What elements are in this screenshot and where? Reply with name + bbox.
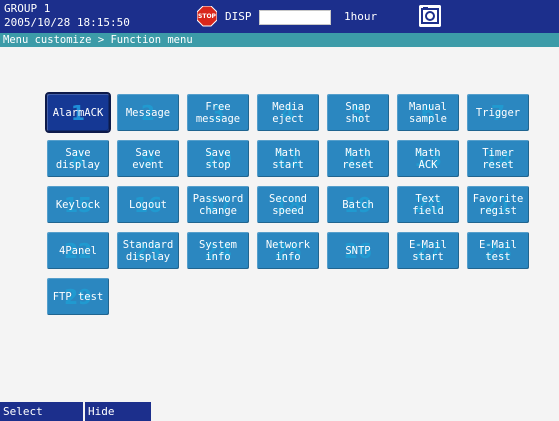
menu-button-22[interactable]: 22 4Panel — [47, 232, 109, 269]
menu-button-label: 4Panel — [59, 244, 97, 257]
menu-button-label-line2: sample — [409, 112, 447, 125]
menu-button-label: Message — [125, 106, 171, 119]
menu-button-label: Media — [272, 100, 304, 113]
display-mode-label: DISP — [225, 10, 252, 23]
camera-icon[interactable] — [419, 5, 441, 27]
menu-button-label: E-Mail — [409, 238, 447, 251]
menu-button-label-line2: display — [125, 250, 171, 263]
menu-button-label-line2: ACK — [418, 158, 438, 171]
stop-icon: STOP — [197, 6, 217, 27]
menu-button-label: Batch — [342, 198, 374, 211]
menu-button-label-line2: start — [272, 158, 304, 171]
menu-button-label: Save — [135, 146, 161, 159]
menu-button-label-line2: display — [55, 158, 101, 171]
menu-button-label: Standard — [122, 238, 174, 251]
trend-bar — [259, 10, 331, 25]
menu-button-label-line2: event — [132, 158, 164, 171]
menu-button-25[interactable]: 25 Network info — [257, 232, 319, 269]
menu-button-label: E-Mail — [479, 238, 517, 251]
menu-button-21[interactable]: 21 Favorite regist — [467, 186, 529, 223]
menu-button-label: Math — [345, 146, 371, 159]
menu-button-10[interactable]: 10 Save stop — [187, 140, 249, 177]
menu-button-label: Keylock — [55, 198, 101, 211]
menu-button-label: Manual — [409, 100, 447, 113]
menu-button-6[interactable]: 6 Manual sample — [397, 94, 459, 131]
menu-button-29[interactable]: 29 FTP test — [47, 278, 109, 315]
menu-button-3[interactable]: 3 Free message — [187, 94, 249, 131]
menu-button-27[interactable]: 27 E-Mail start — [397, 232, 459, 269]
time-span-label: 1hour — [344, 10, 378, 23]
menu-button-label: Free — [205, 100, 231, 113]
menu-button-9[interactable]: 9 Save event — [117, 140, 179, 177]
menu-button-label-line2: test — [485, 250, 511, 263]
menu-button-label: Math — [415, 146, 441, 159]
menu-button-label: Snap — [345, 100, 371, 113]
menu-button-23[interactable]: 23 Standard display — [117, 232, 179, 269]
menu-button-26[interactable]: 26 SNTP — [327, 232, 389, 269]
menu-button-16[interactable]: 16 Logout — [117, 186, 179, 223]
menu-button-label: SNTP — [345, 244, 371, 257]
menu-button-2[interactable]: 2 Message — [117, 94, 179, 131]
menu-button-label: Network — [265, 238, 311, 251]
menu-button-8[interactable]: 8 Save display — [47, 140, 109, 177]
menu-button-label: Save — [205, 146, 231, 159]
menu-button-label: FTP test — [52, 290, 104, 303]
date-time: 2005/10/28 18:15:50 — [4, 16, 130, 29]
menu-button-label: System — [199, 238, 237, 251]
menu-button-label-line2: shot — [345, 112, 371, 125]
softkey-bar: Select Hide — [0, 402, 559, 421]
menu-button-7[interactable]: 7 Trigger — [467, 94, 529, 131]
menu-button-14[interactable]: 14 Timer reset — [467, 140, 529, 177]
menu-button-label-line2: info — [205, 250, 231, 263]
menu-button-label-line2: message — [195, 112, 241, 125]
menu-button-24[interactable]: 24 System info — [187, 232, 249, 269]
menu-button-label: Save — [65, 146, 91, 159]
menu-button-20[interactable]: 20 Text field — [397, 186, 459, 223]
menu-button-17[interactable]: 17 Password change — [187, 186, 249, 223]
menu-button-label: Timer — [482, 146, 514, 159]
menu-button-label-line2: speed — [272, 204, 304, 217]
menu-button-15[interactable]: 15 Keylock — [47, 186, 109, 223]
menu-button-label-line2: eject — [272, 112, 304, 125]
menu-button-12[interactable]: 12 Math reset — [327, 140, 389, 177]
menu-button-label-line2: reset — [342, 158, 374, 171]
status-bar: GROUP 1 2005/10/28 18:15:50 STOP DISP 1h… — [0, 0, 559, 33]
menu-button-label: Password — [192, 192, 244, 205]
menu-button-label: AlarmACK — [52, 106, 104, 119]
group-name: GROUP 1 — [4, 2, 51, 15]
menu-button-1[interactable]: 1 AlarmACK — [45, 92, 111, 133]
menu-button-label-line2: change — [199, 204, 237, 217]
menu-button-28[interactable]: 28 E-Mail test — [467, 232, 529, 269]
menu-button-label: Second — [269, 192, 307, 205]
menu-button-label: Trigger — [475, 106, 521, 119]
menu-button-label: Text — [415, 192, 441, 205]
menu-button-label-line2: stop — [205, 158, 231, 171]
menu-button-label-line2: regist — [479, 204, 517, 217]
menu-button-18[interactable]: 18 Second speed — [257, 186, 319, 223]
menu-button-label-line2: reset — [482, 158, 514, 171]
menu-button-label-line2: info — [275, 250, 301, 263]
menu-button-label: Math — [275, 146, 301, 159]
menu-button-11[interactable]: 11 Math start — [257, 140, 319, 177]
menu-button-5[interactable]: 5 Snap shot — [327, 94, 389, 131]
breadcrumb: Menu customize > Function menu — [0, 33, 559, 47]
menu-button-label: Logout — [129, 198, 167, 211]
menu-button-4[interactable]: 4 Media eject — [257, 94, 319, 131]
menu-button-label: Favorite — [472, 192, 524, 205]
menu-button-13[interactable]: 13 Math ACK — [397, 140, 459, 177]
select-softkey[interactable]: Select — [0, 402, 83, 421]
menu-button-label-line2: start — [412, 250, 444, 263]
function-menu-grid: 1 AlarmACK 2 Message 3 Free message 4 Media eject… — [45, 92, 529, 315]
hide-softkey[interactable]: Hide — [85, 402, 151, 421]
svg-text:STOP: STOP — [198, 13, 217, 20]
menu-button-label-line2: field — [412, 204, 444, 217]
menu-button-19[interactable]: 19 Batch — [327, 186, 389, 223]
